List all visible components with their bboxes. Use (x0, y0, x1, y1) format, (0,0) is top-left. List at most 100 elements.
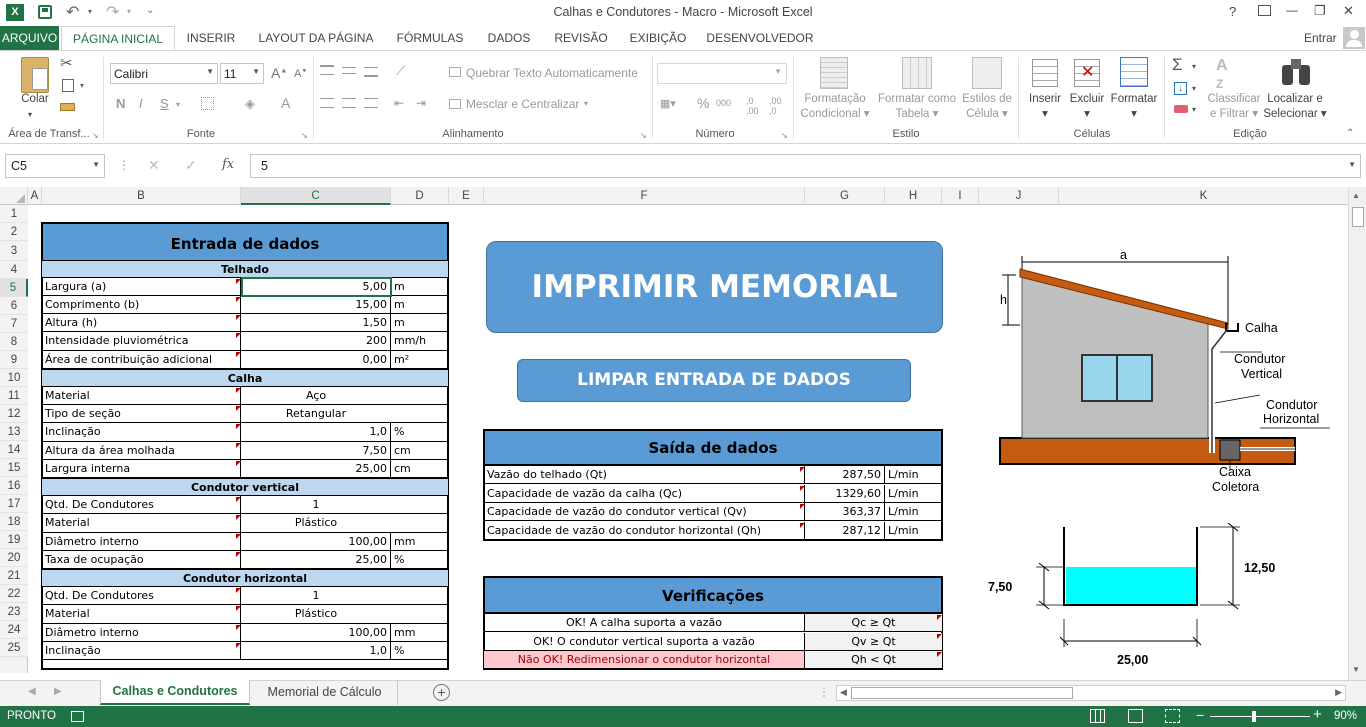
select-all-corner[interactable] (0, 187, 28, 205)
row-header[interactable]: 1 (0, 205, 28, 223)
row-header[interactable]: 25 (0, 639, 28, 657)
column-header-j[interactable]: J (979, 187, 1059, 205)
delete-cells-icon[interactable]: ✕ (1074, 59, 1100, 87)
row-header[interactable]: 3 (0, 241, 28, 261)
align-middle-icon[interactable] (342, 67, 356, 74)
tab-review[interactable]: REVISÃO (550, 26, 612, 50)
conditional-formatting-button[interactable]: Formatação Condicional ▾ (797, 92, 873, 122)
tab-file[interactable]: ARQUIVO (0, 26, 59, 50)
row-header[interactable]: 7 (0, 315, 28, 333)
minimize-button[interactable]: — (1286, 3, 1298, 17)
dialog-launcher-icon[interactable]: ↘ (92, 131, 99, 140)
format-painter-icon[interactable] (60, 103, 75, 111)
page-break-view-icon[interactable] (1165, 709, 1180, 723)
accounting-format-icon[interactable]: ▦▾ (660, 97, 676, 110)
copy-icon[interactable] (62, 79, 74, 92)
input-value[interactable]: Aço (241, 387, 448, 406)
align-left-icon[interactable] (320, 98, 334, 108)
sign-in-link[interactable]: Entrar (1304, 31, 1337, 45)
formula-bar-grip-icon[interactable]: ⋮ (118, 158, 130, 172)
input-value[interactable]: Retangular (241, 405, 448, 424)
zoom-in-button[interactable]: + (1313, 706, 1322, 723)
autosum-icon[interactable]: Σ (1172, 55, 1183, 75)
row-header[interactable]: 8 (0, 333, 28, 351)
row-header[interactable]: 13 (0, 423, 28, 441)
copy-dropdown-icon[interactable]: ▾ (80, 81, 84, 90)
scroll-left-icon[interactable]: ◀ (840, 687, 847, 698)
row-header[interactable]: 14 (0, 441, 28, 459)
undo-icon[interactable]: ↶ (66, 2, 79, 22)
name-box[interactable]: C5 ▼ (5, 154, 105, 178)
input-value[interactable]: 1,0 (241, 423, 391, 442)
tab-formulas[interactable]: FÓRMULAS (392, 26, 468, 50)
cut-icon[interactable]: ✂ (60, 54, 73, 72)
grow-font-icon[interactable]: A▲ (271, 65, 287, 81)
print-memorial-button[interactable]: IMPRIMIR MEMORIAL (486, 241, 943, 333)
decrease-decimal-icon[interactable]: ,00,0 (769, 96, 782, 116)
paste-button[interactable]: Colar (16, 92, 54, 107)
row-header[interactable]: 16 (0, 477, 28, 495)
expand-formula-icon[interactable]: ▼ (1348, 160, 1356, 169)
comma-style-button[interactable]: 000 (716, 98, 731, 108)
column-header-h[interactable]: H (885, 187, 942, 205)
column-header-e[interactable]: E (449, 187, 484, 205)
normal-view-icon[interactable] (1090, 709, 1105, 723)
number-format-select[interactable]: ▼ (657, 63, 787, 84)
paste-dropdown-icon[interactable]: ▾ (28, 107, 32, 122)
row-header[interactable]: 11 (0, 387, 28, 405)
row-header[interactable]: 20 (0, 549, 28, 567)
row-header[interactable]: 23 (0, 603, 28, 621)
align-top-icon[interactable] (320, 65, 334, 75)
input-value[interactable]: 1 (241, 496, 448, 515)
column-header-g[interactable]: G (805, 187, 885, 205)
help-button[interactable]: ? (1229, 4, 1236, 19)
wrap-text-icon[interactable] (449, 67, 461, 77)
undo-dropdown-icon[interactable]: ▾ (88, 7, 92, 16)
formula-input[interactable]: 5 ▼ (250, 154, 1361, 178)
cell-styles-button[interactable]: Estilos de Célula ▾ (960, 92, 1014, 122)
save-icon[interactable] (38, 5, 52, 19)
percent-button[interactable]: % (697, 95, 709, 111)
borders-icon[interactable] (201, 97, 214, 110)
active-cell-selection[interactable] (241, 276, 392, 297)
tab-data[interactable]: DADOS (482, 26, 536, 50)
autosum-dropdown-icon[interactable]: ▾ (1192, 62, 1196, 71)
column-header-i[interactable]: I (942, 187, 979, 205)
row-header[interactable]: 6 (0, 297, 28, 315)
row-header[interactable]: 24 (0, 621, 28, 639)
zoom-level[interactable]: 90% (1334, 710, 1357, 722)
font-name-select[interactable]: Calibri ▼ (110, 63, 218, 84)
column-header-d[interactable]: D (391, 187, 449, 205)
new-sheet-button[interactable]: + (433, 684, 450, 701)
dialog-launcher-icon[interactable]: ↘ (640, 131, 647, 140)
paste-icon[interactable] (21, 57, 49, 93)
cell-styles-icon[interactable] (972, 57, 1002, 89)
input-value[interactable]: 200 (241, 332, 391, 351)
macro-recording-icon[interactable] (71, 711, 84, 722)
enter-icon[interactable]: ✓ (185, 157, 197, 174)
clear-input-button[interactable]: LIMPAR ENTRADA DE DADOS (517, 359, 911, 402)
input-value[interactable]: 1,50 (241, 314, 391, 333)
dialog-launcher-icon[interactable]: ↘ (781, 131, 788, 140)
tab-splitter-icon[interactable]: ⋮ (818, 685, 830, 699)
orientation-icon[interactable]: ⟋ (396, 63, 405, 79)
align-right-icon[interactable] (364, 98, 378, 108)
worksheet-grid[interactable]: Entrada de dados Telhado Largura (a) 5,00 m C… (28, 205, 1348, 673)
merge-dropdown-icon[interactable]: ▾ (584, 99, 588, 108)
row-header[interactable]: 9 (0, 351, 28, 369)
column-header-c[interactable]: C (241, 187, 391, 205)
vertical-scrollbar[interactable]: ▲ ▼ (1348, 187, 1366, 680)
find-select-button[interactable]: Localizar e Selecionar ▾ (1262, 92, 1328, 122)
row-header[interactable]: 12 (0, 405, 28, 423)
input-value[interactable]: Plástico (241, 514, 448, 533)
scroll-up-icon[interactable]: ▲ (1352, 191, 1360, 200)
tab-home[interactable]: PÁGINA INICIAL (61, 26, 175, 51)
merge-center-icon[interactable] (449, 99, 461, 109)
collapse-ribbon-icon[interactable]: ⌃ (1346, 128, 1354, 139)
row-header[interactable]: 21 (0, 567, 28, 585)
zoom-out-button[interactable]: − (1196, 707, 1204, 723)
column-header-a[interactable]: A (28, 187, 42, 205)
bold-button[interactable]: N (116, 96, 125, 111)
font-color-icon[interactable]: A (281, 95, 290, 111)
scroll-thumb[interactable] (1352, 207, 1364, 227)
